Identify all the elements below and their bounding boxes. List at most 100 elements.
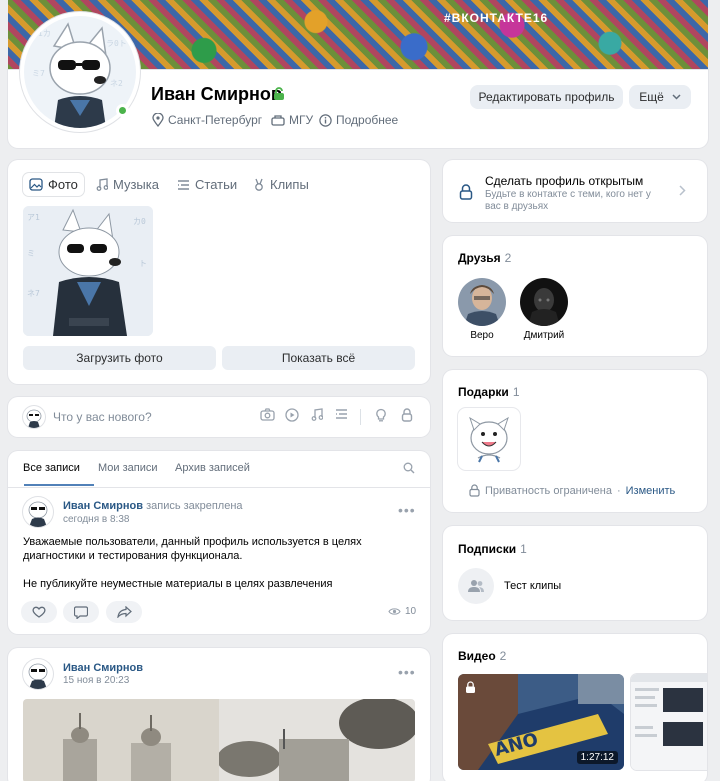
chevron-down-icon [672,94,681,100]
photo-icon [29,178,43,191]
users-group-icon [468,580,484,592]
tab-archive[interactable]: Архив записей [175,462,250,474]
video-thumbnail[interactable] [631,674,707,770]
friend-item[interactable]: Дмитрий [514,278,574,341]
subscriptions-count: 1 [520,542,527,556]
friend-item[interactable]: Веро [452,278,512,341]
eye-icon [388,607,401,616]
composer-placeholder: Что у вас нового? [53,410,152,424]
more-info-link[interactable]: Подробнее [319,113,398,127]
tab-photos[interactable]: Фото [23,173,84,196]
svg-text:ネ7: ネ7 [27,289,40,298]
post-author[interactable]: Иван Смирнов [63,662,143,674]
open-profile-description: Будьте в контакте с теми, кого нет у вас… [485,189,651,212]
tab-music-label: Музыка [113,177,159,192]
edit-profile-button[interactable]: Редактировать профиль [470,85,623,109]
video-count: 2 [499,649,507,663]
share-button[interactable] [106,601,142,623]
city-info[interactable]: Санкт-Петербург [152,113,262,127]
subscription-name[interactable]: Тест клипы [504,580,561,592]
comment-button[interactable] [63,601,99,623]
privacy-text: Приватность ограничена [485,484,612,497]
lock-status-icon[interactable] [273,87,285,101]
subscriptions-title: Подписки [458,542,517,556]
privacy-separator: · [616,484,621,497]
camera-icon[interactable] [260,408,275,421]
video-header[interactable]: Видео 2 [458,649,506,663]
like-button[interactable] [21,601,57,623]
subscriptions-header[interactable]: Подписки 1 [458,542,527,556]
education-icon [271,114,285,126]
lightbulb-icon[interactable] [375,408,387,422]
cover-hashtag: #ВКОНТАКТЕ16 [444,11,549,25]
tab-articles-label: Статьи [195,177,238,192]
video-play-icon[interactable] [285,408,299,422]
group-avatar[interactable] [458,568,494,604]
post-header: Иван Смирнов запись закреплена [63,500,243,512]
comment-icon [74,605,88,619]
friends-count: 2 [504,251,512,265]
show-all-photos-button[interactable]: Показать всё [222,346,415,370]
tab-photos-label: Фото [48,177,78,192]
post-composer[interactable]: Что у вас нового? [8,397,430,437]
more-options-icon[interactable]: ••• [398,502,416,518]
university-label: МГУ [289,113,314,127]
open-profile-card[interactable]: Сделать профиль открытым Будьте в контак… [443,160,707,222]
post-text: Уважаемые пользователи, данный профиль и… [23,536,362,562]
gifts-card: Подарки 1 Приватность ограничена · Измени… [443,370,707,512]
gift-item[interactable] [458,408,520,470]
more-button-label: Ещё [639,90,664,104]
tab-clips-label: Клипы [270,177,309,192]
video-thumbnail[interactable]: ANO 1:27:12 [458,674,624,770]
views-counter: 10 [388,606,416,617]
svg-text:ト: ト [139,259,147,268]
upload-photo-button[interactable]: Загрузить фото [23,346,216,370]
gifts-privacy: Приватность ограничена · Изменить [469,484,675,497]
post-text-2: Не публикуйте неуместные материалы в цел… [23,578,333,590]
video-card: Видео 2 ANO 1:27:12 [443,634,707,781]
divider [360,409,361,425]
lock-icon [459,184,473,200]
screen-recording-preview-icon [631,674,707,770]
views-count: 10 [405,606,417,617]
media-card: Фото Музыка Статьи Клипы ア1 カ0 ミトネ7 Загр… [8,160,430,384]
post-avatar[interactable] [23,497,53,527]
search-icon[interactable] [403,462,415,474]
video-duration: 1:27:12 [576,751,618,764]
friends-title: Друзья [458,251,501,265]
friends-header[interactable]: Друзья 2 [458,251,511,265]
svg-text:カ0: カ0 [133,217,146,226]
photo-thumbnail[interactable]: ア1 カ0 ミトネ7 [23,206,153,336]
share-arrow-icon [116,606,132,618]
open-profile-title: Сделать профиль открытым [485,174,644,188]
location-pin-icon [152,113,164,127]
lock-icon[interactable] [401,408,413,422]
more-button[interactable]: Ещё [629,85,691,109]
friends-card: Друзья 2 Веро Дмитрий [443,236,707,356]
heart-icon [32,606,46,618]
tab-my-posts[interactable]: Мои записи [98,462,158,474]
music-note-icon[interactable] [311,408,323,421]
svg-text:ラ0ト: ラ0ト [106,39,127,48]
university-info[interactable]: МГУ [271,113,313,127]
post-photo[interactable] [23,699,415,781]
friend-avatar [458,278,506,326]
more-options-icon[interactable]: ••• [398,664,416,680]
more-info-label: Подробнее [336,113,399,127]
pinned-note: запись закреплена [146,500,243,512]
article-icon[interactable] [335,408,348,420]
tab-all-posts[interactable]: Все записи [23,462,80,474]
post-date[interactable]: 15 ноя в 20:23 [63,675,129,686]
active-tab-indicator [24,484,94,486]
gift-dog-icon [469,416,509,463]
gifts-header[interactable]: Подарки 1 [458,385,520,399]
subscriptions-card: Подписки 1 Тест клипы [443,526,707,620]
post-card: Иван Смирнов запись закреплена сегодня в… [8,488,430,634]
tab-articles[interactable]: Статьи [171,173,243,196]
tab-music[interactable]: Музыка [90,173,165,196]
post-avatar[interactable] [23,659,53,689]
post-date[interactable]: сегодня в 8:38 [63,514,129,525]
tab-clips[interactable]: Клипы [247,173,315,196]
privacy-change-link[interactable]: Изменить [626,485,676,497]
post-author[interactable]: Иван Смирнов [63,500,143,512]
